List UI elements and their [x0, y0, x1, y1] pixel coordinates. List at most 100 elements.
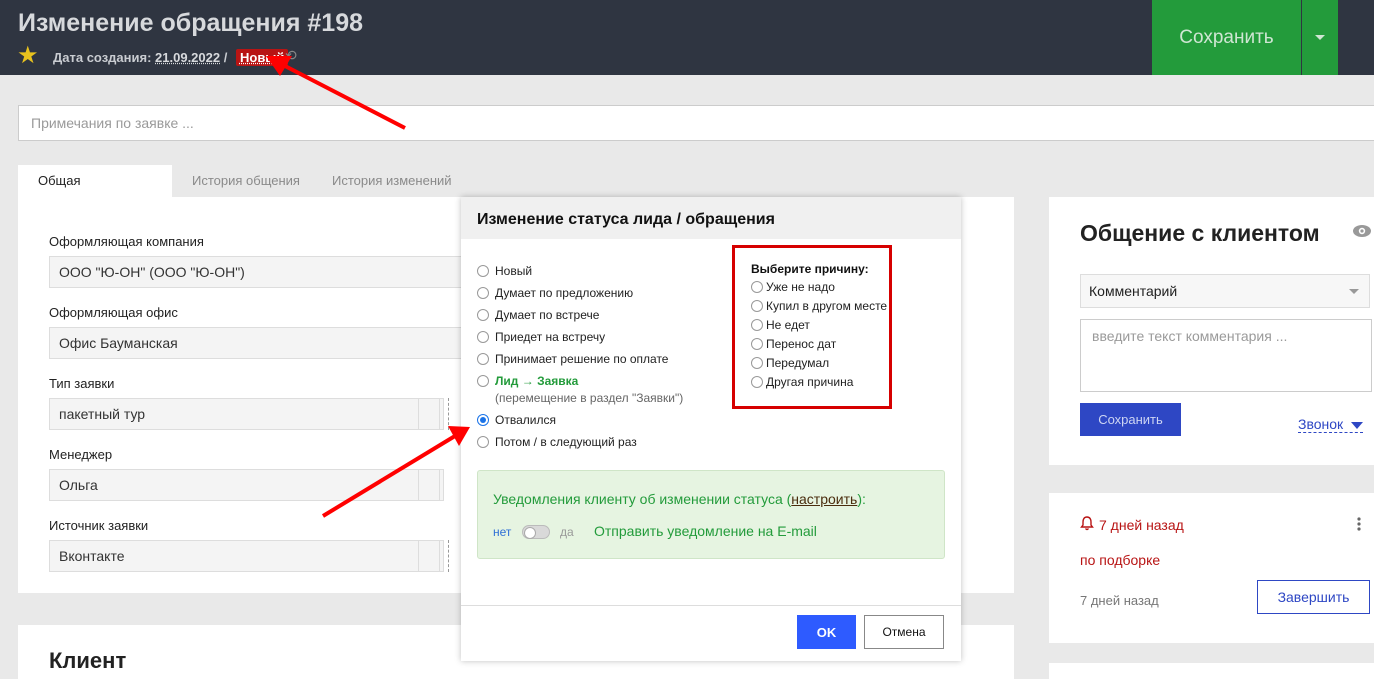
- source-label: Источник заявки: [49, 518, 149, 533]
- office-label: Оформляющая офис: [49, 305, 178, 320]
- status-option-coming-meeting[interactable]: Приедет на встречу: [477, 330, 605, 344]
- radio-icon[interactable]: [751, 338, 763, 350]
- radio-icon[interactable]: [477, 375, 489, 387]
- manager-value: Ольга: [59, 477, 98, 493]
- status-option-later[interactable]: Потом / в следующий раз: [477, 435, 637, 449]
- client-title: Клиент: [49, 648, 127, 673]
- task-date: 7 дней назад: [1080, 593, 1159, 608]
- comment-textarea[interactable]: введите текст комментария ...: [1080, 319, 1372, 392]
- status-option-thinking-offer[interactable]: Думает по предложению: [477, 286, 633, 300]
- status-option-payment-decision[interactable]: Принимает решение по оплате: [477, 352, 668, 366]
- notification-title: Уведомления клиенту об изменении статуса…: [493, 491, 866, 507]
- toggle-yes-label: да: [560, 525, 574, 539]
- kebab-menu-icon[interactable]: [1357, 517, 1361, 531]
- created-label: Дата создания:: [53, 50, 152, 65]
- reason-option-bought-elsewhere[interactable]: Купил в другом месте: [751, 299, 887, 313]
- page-title: Изменение обращения #198: [18, 9, 363, 37]
- notes-input[interactable]: Примечания по заявке ...: [18, 105, 1374, 141]
- save-button[interactable]: Сохранить: [1152, 0, 1301, 75]
- radio-icon[interactable]: [751, 357, 763, 369]
- modal-title: Изменение статуса лида / обращения: [477, 211, 775, 228]
- manager-label: Менеджер: [49, 447, 113, 462]
- tab-communication-history[interactable]: История общения: [172, 165, 320, 197]
- reason-label: Передумал: [766, 356, 830, 370]
- comment-save-button[interactable]: Сохранить: [1080, 403, 1181, 436]
- source-side-button[interactable]: [418, 540, 440, 572]
- status-label: Приедет на встречу: [495, 330, 606, 344]
- radio-icon[interactable]: [477, 309, 489, 321]
- notification-action-text: Отправить уведомление на E-mail: [594, 523, 817, 539]
- status-option-new[interactable]: Новый: [477, 264, 532, 278]
- reason-label: Не едет: [766, 318, 810, 332]
- status-label: Принимает решение по оплате: [495, 352, 669, 366]
- radio-icon[interactable]: [751, 300, 763, 312]
- task-ago: 7 дней назад: [1099, 517, 1184, 533]
- comment-type-value: Комментарий: [1089, 283, 1178, 299]
- creation-meta: Дата создания: 21.09.2022 / Новый: [53, 49, 289, 66]
- chevron-down-icon: [1351, 422, 1364, 429]
- finish-task-button[interactable]: Завершить: [1257, 580, 1370, 614]
- radio-icon[interactable]: [477, 265, 489, 277]
- tab-general-info[interactable]: Общая информация: [18, 165, 172, 220]
- reason-label: Уже не надо: [766, 280, 835, 294]
- reason-option-other[interactable]: Другая причина: [751, 375, 853, 389]
- task-panel-next: [1049, 663, 1374, 679]
- task-panel: [1049, 493, 1374, 643]
- tab-change-history[interactable]: История изменений: [312, 165, 472, 197]
- source-dashed-divider: [448, 540, 458, 572]
- radio-icon[interactable]: [477, 436, 489, 448]
- history-icon[interactable]: ⟲: [285, 47, 297, 64]
- status-label: Отвалился: [495, 413, 556, 427]
- created-date[interactable]: 21.09.2022: [155, 50, 220, 65]
- status-option-dropped[interactable]: Отвалился: [477, 413, 556, 427]
- reason-option-date-change[interactable]: Перенос дат: [751, 337, 836, 351]
- reason-option-not-going[interactable]: Не едет: [751, 318, 810, 332]
- status-label: Думает по встрече: [495, 308, 600, 322]
- notification-toggle[interactable]: [522, 525, 550, 539]
- source-select[interactable]: Вконтакте: [49, 540, 444, 572]
- radio-icon[interactable]: [477, 353, 489, 365]
- notification-title-text: Уведомления клиенту об изменении статуса…: [493, 491, 792, 507]
- type-select[interactable]: пакетный тур: [49, 398, 444, 430]
- reason-label: Купил в другом месте: [766, 299, 888, 313]
- type-label: Тип заявки: [49, 376, 115, 391]
- reason-label: Другая причина: [766, 375, 854, 389]
- radio-icon[interactable]: [751, 376, 763, 388]
- radio-checked-icon[interactable]: [477, 414, 489, 426]
- radio-icon[interactable]: [751, 281, 763, 293]
- status-label: Лид → Заявка: [495, 374, 579, 388]
- status-option-lead-to-order[interactable]: Лид → Заявка: [477, 374, 578, 388]
- manager-side-button[interactable]: [418, 469, 440, 501]
- radio-icon[interactable]: [477, 331, 489, 343]
- reason-option-not-needed[interactable]: Уже не надо: [751, 280, 835, 294]
- meta-separator: /: [223, 50, 228, 65]
- company-label: Оформляющая компания: [49, 234, 204, 249]
- star-icon[interactable]: ★: [17, 44, 41, 68]
- eye-icon[interactable]: [1352, 224, 1372, 238]
- radio-icon[interactable]: [751, 319, 763, 331]
- save-dropdown-button[interactable]: [1302, 0, 1338, 75]
- ok-button[interactable]: OK: [797, 615, 856, 649]
- chevron-down-icon: [1349, 289, 1359, 294]
- notification-box: Уведомления клиенту об изменении статуса…: [477, 470, 945, 559]
- reason-option-changed-mind[interactable]: Передумал: [751, 356, 829, 370]
- reason-label: Перенос дат: [766, 337, 837, 351]
- status-label: Думает по предложению: [495, 286, 634, 300]
- call-dropdown[interactable]: Звонок: [1298, 416, 1364, 433]
- radio-icon[interactable]: [477, 287, 489, 299]
- bell-icon: [1080, 516, 1094, 531]
- status-change-modal: Изменение статуса лида / обращения Новый…: [461, 197, 961, 661]
- communication-title: Общение с клиентом: [1080, 220, 1320, 246]
- manager-select[interactable]: Ольга: [49, 469, 444, 501]
- notification-settings-link[interactable]: настроить: [791, 491, 857, 507]
- type-value: пакетный тур: [59, 406, 146, 422]
- type-side-button[interactable]: [418, 398, 440, 430]
- header-right-strip: [1338, 0, 1374, 75]
- status-option-thinking-meeting[interactable]: Думает по встрече: [477, 308, 599, 322]
- cancel-button[interactable]: Отмена: [864, 615, 944, 649]
- source-value: Вконтакте: [59, 548, 125, 564]
- comment-type-select[interactable]: Комментарий: [1080, 274, 1370, 308]
- reason-title: Выберите причину:: [751, 262, 869, 276]
- status-badge[interactable]: Новый: [235, 49, 289, 66]
- toggle-no-label: нет: [493, 525, 512, 539]
